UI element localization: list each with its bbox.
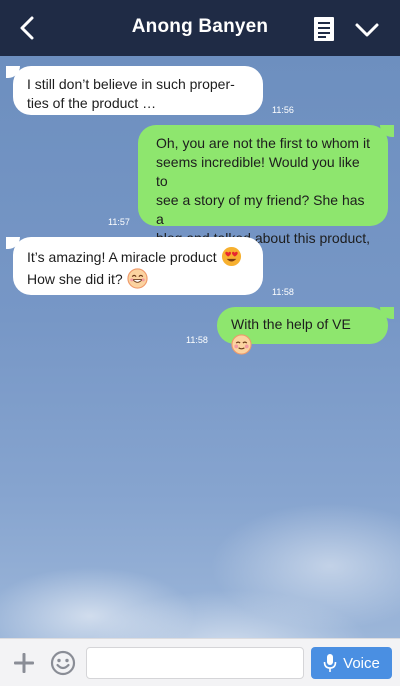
notes-icon[interactable] xyxy=(313,16,335,42)
voice-button-label: Voice xyxy=(343,654,380,672)
message-line: see a story of my friend? She has a xyxy=(156,192,365,227)
message-time: 11:57 xyxy=(108,217,130,227)
chat-area[interactable]: I still don’t believe in such proper- ti… xyxy=(0,56,400,638)
message-bubble-incoming[interactable]: It’s amazing! A miracle product How she … xyxy=(13,237,263,295)
message-line: How she did it? xyxy=(27,271,123,287)
message-time: 11:56 xyxy=(272,105,294,115)
message-line: Oh, you are not the first to whom it xyxy=(156,135,370,151)
message-time: 11:58 xyxy=(186,335,208,345)
message-line: It’s amazing! A miracle product xyxy=(27,249,217,265)
message-line: seems incredible! Would you like to xyxy=(156,154,360,189)
chat-header: Anong Banyen xyxy=(0,0,400,56)
plus-icon[interactable] xyxy=(12,651,36,675)
smiley-icon[interactable] xyxy=(50,650,76,676)
microphone-icon xyxy=(323,654,337,672)
heart-eyes-emoji-icon xyxy=(221,246,241,267)
grinning-emoji-icon xyxy=(126,268,148,289)
message-time: 11:58 xyxy=(272,287,294,297)
chevron-down-icon[interactable] xyxy=(353,18,381,42)
message-input[interactable] xyxy=(86,647,304,679)
blushing-emoji-icon xyxy=(231,334,252,355)
message-line: With the help of VE xyxy=(231,316,351,332)
message-bubble-outgoing[interactable]: With the help of VE xyxy=(217,307,388,355)
message-bubble-outgoing[interactable]: Oh, you are not the first to whom it see… xyxy=(138,125,388,265)
contact-name: Anong Banyen xyxy=(131,16,269,37)
message-bubble-incoming[interactable]: I still don’t believe in such proper- ti… xyxy=(13,66,263,115)
voice-button[interactable]: Voice xyxy=(311,647,392,679)
message-line: ties of the product … xyxy=(27,95,157,111)
message-line: I still don’t believe in such proper- xyxy=(27,76,235,92)
message-input-bar: Voice xyxy=(0,638,400,686)
